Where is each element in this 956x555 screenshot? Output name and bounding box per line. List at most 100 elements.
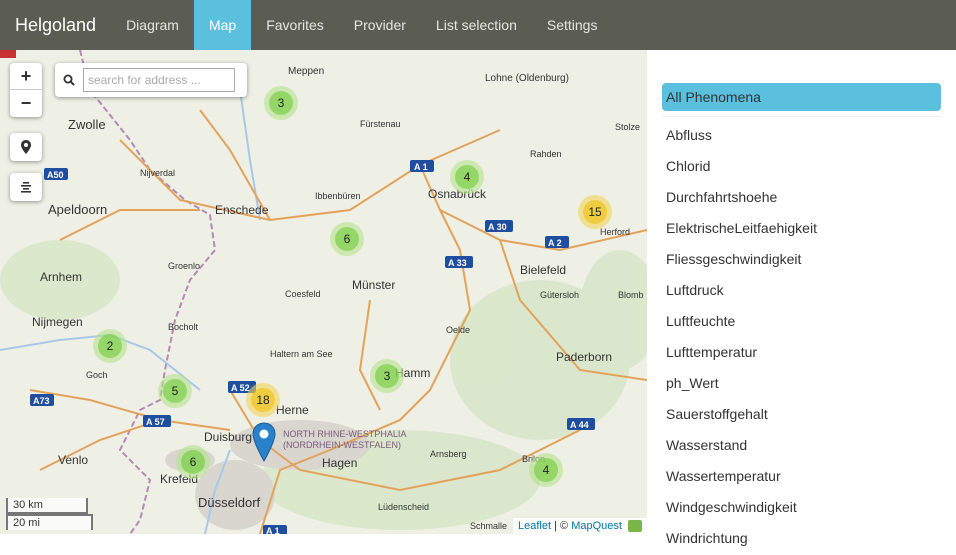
list-item[interactable]: Durchfahrtshoehe — [666, 183, 817, 214]
map-scale: 30 km 20 mi — [6, 498, 93, 530]
svg-text:Arnsberg: Arnsberg — [430, 449, 467, 459]
svg-text:NORTH RHINE-WESTPHALIA: NORTH RHINE-WESTPHALIA — [283, 429, 406, 439]
list-item[interactable]: Lufttemperatur — [666, 338, 817, 369]
svg-text:(NORDRHEIN-WESTFALEN): (NORDRHEIN-WESTFALEN) — [283, 440, 401, 450]
list-item[interactable]: Fliessgeschwindigkeit — [666, 245, 817, 276]
svg-text:A50: A50 — [47, 170, 64, 180]
attribution-separator: | © — [551, 520, 572, 532]
svg-text:A 2: A 2 — [548, 238, 562, 248]
svg-text:A 1: A 1 — [266, 526, 280, 534]
cluster-count: 4 — [455, 165, 479, 189]
marker-cluster[interactable]: 6 — [176, 445, 210, 479]
nav-provider[interactable]: Provider — [339, 0, 421, 50]
svg-text:A 30: A 30 — [488, 222, 507, 232]
zoom-control: + − — [10, 63, 42, 117]
svg-text:Groenlo: Groenlo — [168, 261, 200, 271]
svg-text:Fürstenau: Fürstenau — [360, 119, 401, 129]
nav-list-selection[interactable]: List selection — [421, 0, 532, 50]
list-item[interactable]: Abfluss — [666, 121, 817, 152]
svg-text:A73: A73 — [33, 396, 50, 406]
align-center-icon — [21, 182, 31, 193]
layers-button[interactable] — [10, 173, 42, 201]
cluster-count: 6 — [335, 227, 359, 251]
svg-text:Meppen: Meppen — [288, 66, 324, 77]
list-item[interactable]: Windgeschwindigkeit — [666, 493, 817, 524]
svg-text:Oelde: Oelde — [446, 325, 470, 335]
marker-cluster[interactable]: 6 — [330, 222, 364, 256]
svg-text:Lüdenscheid: Lüdenscheid — [378, 502, 429, 512]
nav-diagram[interactable]: Diagram — [111, 0, 194, 50]
map-pin-icon — [252, 422, 276, 462]
marker-cluster[interactable]: 3 — [264, 86, 298, 120]
svg-text:Haltern am See: Haltern am See — [270, 349, 333, 359]
list-item[interactable]: Sauerstoffgehalt — [666, 400, 817, 431]
cluster-count: 2 — [98, 334, 122, 358]
search-input[interactable] — [83, 68, 235, 92]
nav-settings[interactable]: Settings — [532, 0, 613, 50]
svg-text:Bocholt: Bocholt — [168, 322, 199, 332]
svg-text:Nijmegen: Nijmegen — [32, 315, 83, 329]
zoom-in-button[interactable]: + — [10, 63, 42, 90]
list-item[interactable]: Wassertemperatur — [666, 462, 817, 493]
nav-map[interactable]: Map — [193, 0, 252, 50]
svg-text:Blomb: Blomb — [618, 290, 644, 300]
zoom-out-button[interactable]: − — [10, 90, 42, 117]
svg-text:Herne: Herne — [276, 403, 309, 417]
svg-text:Nijverdal: Nijverdal — [140, 168, 175, 178]
marker-cluster[interactable]: 4 — [450, 160, 484, 194]
list-item[interactable]: ph_Wert — [666, 369, 817, 400]
scale-mi: 20 mi — [6, 514, 93, 530]
marker-cluster[interactable]: 18 — [246, 383, 280, 417]
svg-text:Duisburg: Duisburg — [204, 430, 252, 444]
map-marker-icon — [21, 140, 31, 154]
leaflet-link[interactable]: Leaflet — [518, 520, 551, 532]
marker-cluster[interactable]: 15 — [578, 195, 612, 229]
list-item[interactable]: Chlorid — [666, 152, 817, 183]
svg-text:Apeldoorn: Apeldoorn — [48, 202, 107, 217]
marker-cluster[interactable]: 5 — [158, 374, 192, 408]
locate-button[interactable] — [10, 133, 42, 161]
cluster-count: 15 — [583, 200, 607, 224]
list-item[interactable]: Windrichtung — [666, 524, 817, 555]
address-search — [55, 63, 247, 97]
cluster-count: 3 — [269, 91, 293, 115]
svg-text:Münster: Münster — [352, 278, 395, 292]
divider — [662, 116, 941, 117]
svg-text:Bielefeld: Bielefeld — [520, 263, 566, 277]
svg-text:Stolze: Stolze — [615, 122, 640, 132]
svg-text:Goch: Goch — [86, 370, 108, 380]
phenomenon-panel: All Phenomena Abfluss Chlorid Durchfahrt… — [647, 50, 956, 546]
svg-text:Hagen: Hagen — [322, 456, 357, 470]
map-view[interactable]: Meppen Lohne (Oldenburg) Zwolle Fürstena… — [0, 50, 647, 534]
svg-text:A 57: A 57 — [146, 417, 165, 427]
cluster-count: 4 — [534, 458, 558, 482]
svg-text:Herford: Herford — [600, 227, 630, 237]
svg-text:A 33: A 33 — [448, 258, 467, 268]
station-marker[interactable] — [252, 422, 276, 467]
mapquest-logo-icon — [628, 520, 642, 533]
navbar: Helgoland Diagram Map Favorites Provider… — [0, 0, 956, 50]
cluster-count: 18 — [251, 388, 275, 412]
svg-text:Zwolle: Zwolle — [68, 117, 106, 132]
svg-text:Enschede: Enschede — [215, 203, 269, 217]
nav-favorites[interactable]: Favorites — [251, 0, 339, 50]
all-phenomena-item[interactable]: All Phenomena — [662, 83, 941, 111]
brand-title[interactable]: Helgoland — [0, 0, 111, 50]
svg-text:Paderborn: Paderborn — [556, 350, 612, 364]
main-nav: Diagram Map Favorites Provider List sele… — [111, 0, 612, 50]
cluster-count: 5 — [163, 379, 187, 403]
list-item[interactable]: ElektrischeLeitfaehigkeit — [666, 214, 817, 245]
svg-text:Rahden: Rahden — [530, 149, 562, 159]
svg-text:A 44: A 44 — [570, 420, 589, 430]
map-attribution: Leaflet | © MapQuest — [513, 518, 647, 534]
marker-cluster[interactable]: 3 — [370, 359, 404, 393]
search-icon[interactable] — [63, 74, 75, 86]
svg-text:Arnhem: Arnhem — [40, 270, 82, 284]
list-item[interactable]: Luftdruck — [666, 276, 817, 307]
mapquest-link[interactable]: MapQuest — [571, 520, 622, 532]
marker-cluster[interactable]: 4 — [529, 453, 563, 487]
list-item[interactable]: Luftfeuchte — [666, 307, 817, 338]
list-item[interactable]: Wasserstand — [666, 431, 817, 462]
marker-cluster[interactable]: 2 — [93, 329, 127, 363]
svg-text:A 1: A 1 — [414, 162, 428, 172]
